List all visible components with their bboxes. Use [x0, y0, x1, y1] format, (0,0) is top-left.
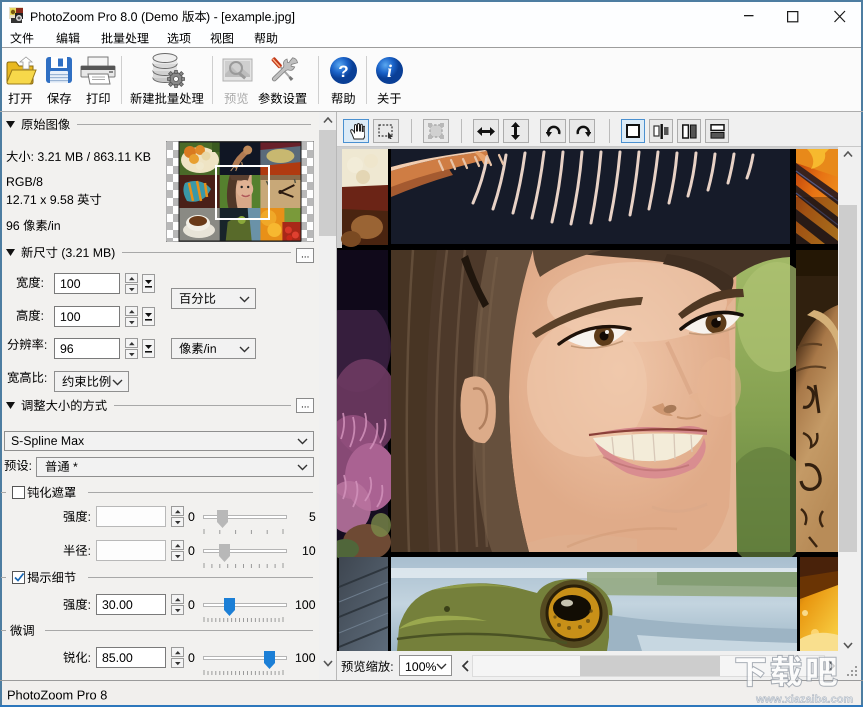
svg-text:?: ? [338, 62, 348, 81]
svg-text:i: i [387, 61, 392, 81]
